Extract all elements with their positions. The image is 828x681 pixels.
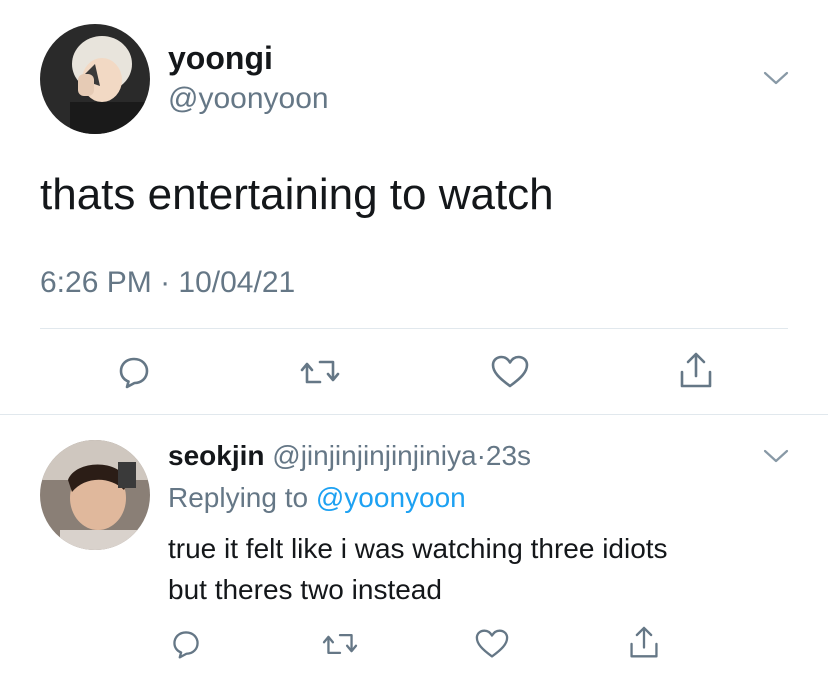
reply-handle[interactable]: @jinjinjinjinjiniya bbox=[272, 440, 476, 471]
main-tweet-divider bbox=[40, 328, 788, 329]
reply-share-button[interactable] bbox=[626, 624, 662, 662]
reply-time-ago[interactable]: 23s bbox=[486, 440, 531, 471]
reply-header: seokjin @jinjinjinjinjiniya·23s bbox=[168, 440, 531, 472]
reply-reply-button[interactable] bbox=[168, 626, 204, 662]
main-menu-chevron-down-icon[interactable] bbox=[762, 68, 790, 88]
main-tweet-time: 6:26 PM bbox=[40, 266, 152, 299]
main-avatar[interactable] bbox=[40, 24, 150, 134]
replying-to-label: Replying to bbox=[168, 482, 309, 513]
main-tweet-date: 10/04/21 bbox=[178, 266, 296, 299]
retweet-icon bbox=[300, 360, 340, 384]
main-tweet-text: thats entertaining to watch bbox=[40, 170, 554, 219]
main-reply-button[interactable] bbox=[114, 352, 154, 392]
reply-text-line-2: but theres two instead bbox=[168, 574, 442, 605]
reply-display-name[interactable]: seokjin bbox=[168, 440, 264, 471]
reply-text-line-1: true it felt like i was watching three i… bbox=[168, 533, 668, 564]
main-display-name[interactable]: yoongi bbox=[168, 40, 273, 77]
reply-separator: · bbox=[476, 440, 486, 471]
reply-retweet-button[interactable] bbox=[320, 626, 360, 662]
reply-icon bbox=[119, 357, 149, 389]
main-tweet-timestamp[interactable]: 6:26 PM · 10/04/21 bbox=[40, 266, 295, 300]
retweet-icon bbox=[322, 633, 358, 655]
section-divider bbox=[0, 414, 828, 415]
main-retweet-button[interactable] bbox=[298, 352, 342, 392]
share-icon bbox=[630, 626, 658, 658]
main-share-button[interactable] bbox=[676, 350, 716, 392]
reply-like-button[interactable] bbox=[472, 626, 512, 662]
share-icon bbox=[680, 352, 712, 388]
heart-icon bbox=[491, 355, 529, 388]
heart-icon bbox=[475, 629, 509, 658]
reply-icon bbox=[173, 631, 199, 659]
main-handle[interactable]: @yoonyoon bbox=[168, 82, 329, 116]
reply-menu-chevron-down-icon[interactable] bbox=[762, 446, 790, 466]
meta-separator: · bbox=[160, 266, 171, 299]
replying-to-line: Replying to @yoonyoon bbox=[168, 482, 466, 514]
replying-to-mention-link[interactable]: @yoonyoon bbox=[316, 482, 466, 513]
main-like-button[interactable] bbox=[488, 352, 532, 392]
reply-tweet-text: true it felt like i was watching three i… bbox=[168, 528, 808, 610]
reply-avatar[interactable] bbox=[40, 440, 150, 550]
